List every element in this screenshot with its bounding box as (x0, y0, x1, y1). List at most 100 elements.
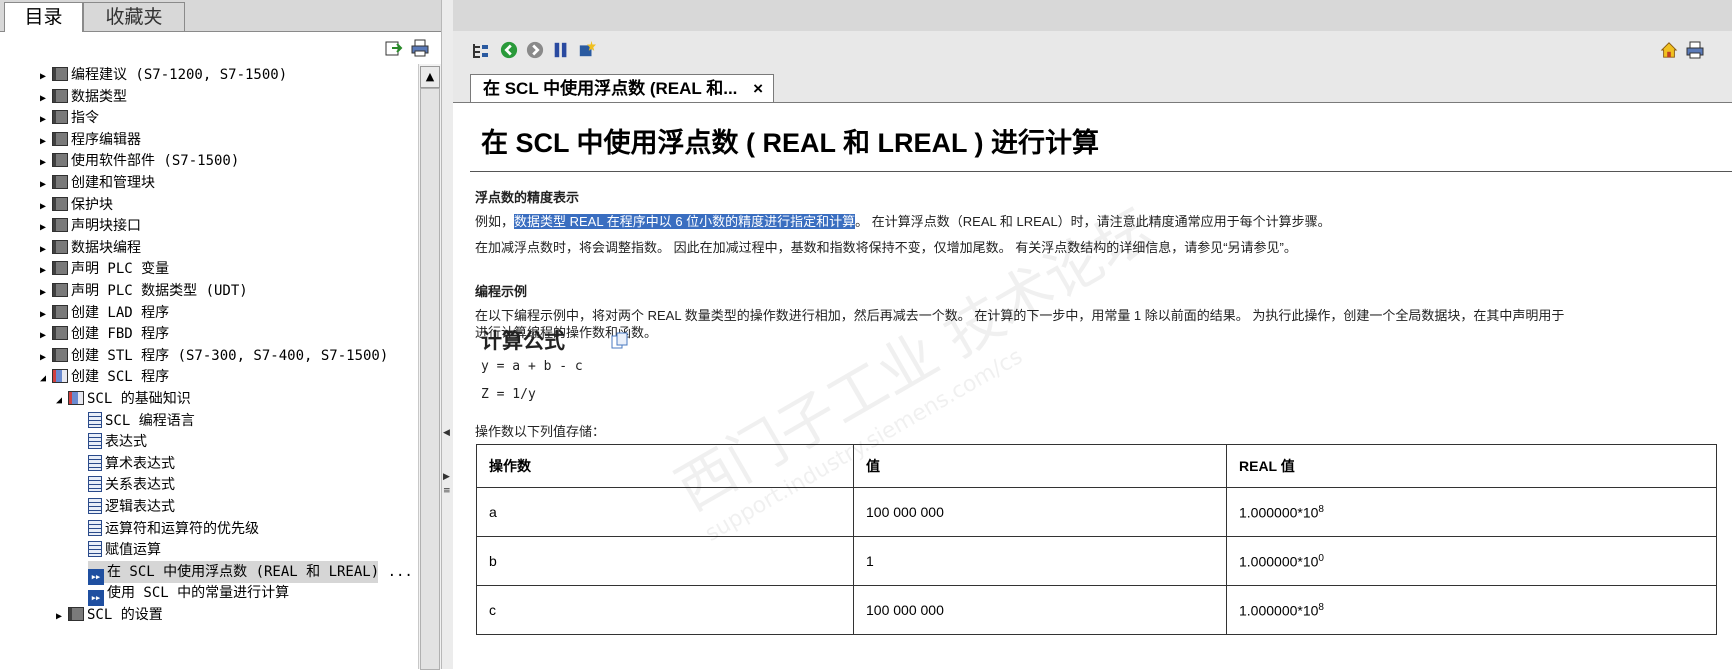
cell-real-value: 1.000000*100 (1226, 536, 1717, 586)
tree-item[interactable]: ▶▶ 在 SCL 中使用浮点数 (REAL 和 LREAL) ... (88, 560, 413, 585)
right-header-strip (453, 0, 1732, 32)
book-icon (52, 67, 68, 81)
tree-item-label: 声明块接口 (71, 218, 141, 235)
tree-item[interactable]: ▶ 数据类型 (40, 86, 378, 108)
expanded-arrow-icon[interactable]: ◢ (56, 390, 68, 412)
paragraph-precision-2: 在加减浮点数时，将会调整指数。 因此在加减过程中，基数和指数将保持不变，仅增加尾… (475, 240, 1297, 255)
print-icon[interactable] (1685, 41, 1705, 59)
table-intro: 操作数以下列值存储： (475, 424, 606, 439)
tree-item[interactable]: 逻辑表达式 (88, 496, 378, 518)
tree-item-label: 创建 FBD 程序 (71, 326, 170, 343)
real-base: 1.000000*10 (1239, 553, 1319, 570)
cell-operand: a (476, 487, 854, 537)
tab-current-document[interactable]: 在 SCL 中使用浮点数 (REAL 和... × (470, 74, 774, 102)
print-icon[interactable] (410, 39, 430, 57)
toc-panel: 目录 收藏夹 ▶ 编程建议 (S7-1200, S7-1500) ▶ 数据类型 ▶ 指令 ▶… (0, 0, 453, 670)
tree-item[interactable]: ◢ SCL 的基础知识 (56, 388, 378, 410)
tree-item-label: 赋值运算 (105, 542, 161, 559)
tree-item-label: 数据类型 (71, 88, 127, 105)
tree-item[interactable]: ▶ 程序编辑器 (40, 129, 378, 151)
tree-item[interactable]: 算术表达式 (88, 453, 378, 475)
new-favorite-icon[interactable] (577, 40, 597, 58)
book-icon (52, 347, 68, 362)
home-icon[interactable] (1659, 41, 1679, 59)
open-book-icon (68, 391, 84, 405)
cell-operand: c (476, 585, 854, 635)
text-suffix: 。 在计算浮点数（REAL 和 LREAL）时，请注意此精度通常应用于每个计算步… (855, 214, 1331, 229)
tree-item[interactable]: SCL 编程语言 (88, 410, 378, 432)
tree-item-label: 关系表达式 (105, 477, 175, 494)
tree-item-label: SCL 的设置 (87, 607, 163, 623)
open-book-icon (52, 369, 68, 384)
tree-item[interactable]: ▶▶ 使用 SCL 中的常量进行计算 (88, 582, 378, 607)
tree-item[interactable]: ▶ 数据块编程 (40, 237, 378, 259)
tree-item[interactable]: ▶ 声明 PLC 变量 (40, 258, 378, 280)
paragraph-precision-1: 例如，数据类型 REAL 在程序中以 6 位小数的精度进行指定和计算。 在计算浮… (475, 211, 1331, 230)
tree-item-label: 使用软件部件 (S7-1500) (71, 153, 240, 170)
page-icon (88, 541, 102, 558)
close-icon[interactable]: × (753, 75, 763, 103)
tree-item[interactable]: 关系表达式 (88, 474, 378, 496)
table-header-row: 操作数 值 REAL 值 (476, 444, 1717, 488)
scroll-thumb[interactable] (420, 88, 440, 670)
left-tab-bar: 目录 收藏夹 (0, 0, 452, 33)
tree-item[interactable]: 表达式 (88, 431, 378, 453)
tree-item-label: 创建和管理块 (71, 175, 155, 191)
book-icon (52, 261, 68, 276)
grip-lines-icon: ≡ (443, 486, 451, 496)
tree-item-label: 表达式 (105, 434, 147, 451)
sync-toc-icon[interactable] (471, 42, 491, 60)
selected-text[interactable]: 数据类型 REAL 在程序中以 6 位小数的精度进行指定和计算 (514, 214, 856, 229)
tree-item-label: 声明 PLC 变量 (71, 261, 170, 278)
collapsed-arrow-icon[interactable]: ▶ (56, 606, 68, 628)
expanded-arrow-icon[interactable]: ◢ (40, 368, 52, 390)
forward-icon[interactable] (525, 41, 545, 59)
tree-item[interactable]: ▶ 使用软件部件 (S7-1500) (40, 150, 378, 172)
tree-item-label: 指令 (71, 110, 99, 127)
table-row: a 100 000 000 1.000000*108 (476, 487, 1717, 537)
tree-item-label: 创建 LAD 程序 (71, 304, 170, 321)
tree-item[interactable]: ▶ 创建 STL 程序 (S7-300, S7-400, S7-1500) (40, 345, 388, 367)
tree-item[interactable]: ▶ 创建和管理块 (40, 172, 378, 194)
tree-item[interactable]: ▶ 指令 (40, 107, 378, 129)
page-icon (88, 411, 102, 428)
tree-item[interactable]: ▶ SCL 的设置 (56, 604, 378, 626)
tree-item-label: 保护块 (71, 196, 113, 213)
tab-contents[interactable]: 目录 (4, 2, 83, 33)
book-icon (52, 326, 68, 341)
scroll-up-button[interactable]: ▲ (420, 66, 440, 88)
tree-item[interactable]: ▶ 声明块接口 (40, 215, 378, 237)
text-prefix: 例如， (475, 214, 515, 229)
page-icon (88, 519, 102, 536)
expand-right-icon[interactable]: ▶ (443, 472, 450, 482)
tree-item[interactable]: ▶ 保护块 (40, 194, 378, 216)
section-title-precision: 浮点数的精度表示 (475, 190, 580, 205)
book-icon (52, 175, 68, 189)
bookmark-icon[interactable] (551, 41, 571, 59)
book-icon (52, 239, 68, 254)
section-title-example: 编程示例 (475, 284, 528, 299)
back-icon[interactable] (499, 41, 519, 59)
export-icon[interactable] (384, 39, 404, 57)
cell-value: 100 000 000 (853, 585, 1227, 635)
tree-item-label: 声明 PLC 数据类型 (UDT) (71, 283, 248, 299)
tree-item-label: 程序编辑器 (71, 131, 141, 148)
tree-item[interactable]: 运算符和运算符的优先级 (88, 518, 378, 540)
tree-item[interactable]: ▶ 编程建议 (S7-1200, S7-1500) (40, 64, 378, 86)
real-exponent: 8 (1318, 601, 1324, 613)
tree-item[interactable]: ◢ 创建 SCL 程序 (40, 366, 378, 388)
tree-item[interactable]: ▶ 声明 PLC 数据类型 (UDT) (40, 280, 378, 302)
table-row: b 1 1.000000*100 (476, 536, 1717, 586)
tab-favorites[interactable]: 收藏夹 (83, 2, 185, 31)
tree-item[interactable]: ▶ 创建 LAD 程序 (40, 302, 378, 324)
book-icon (52, 218, 68, 233)
left-toolbar (0, 32, 452, 64)
collapse-left-icon[interactable]: ◀ (443, 428, 450, 438)
tree-item-label: 逻辑表达式 (105, 499, 175, 515)
tree-item[interactable]: ▶ 创建 FBD 程序 (40, 323, 378, 345)
tree-item-label: SCL 编程语言 (105, 412, 195, 429)
book-icon (52, 196, 68, 211)
splitter[interactable]: ◀ ▶ ≡ (441, 0, 453, 669)
tree-item[interactable]: 赋值运算 (88, 539, 378, 561)
copy-icon[interactable] (611, 332, 629, 350)
